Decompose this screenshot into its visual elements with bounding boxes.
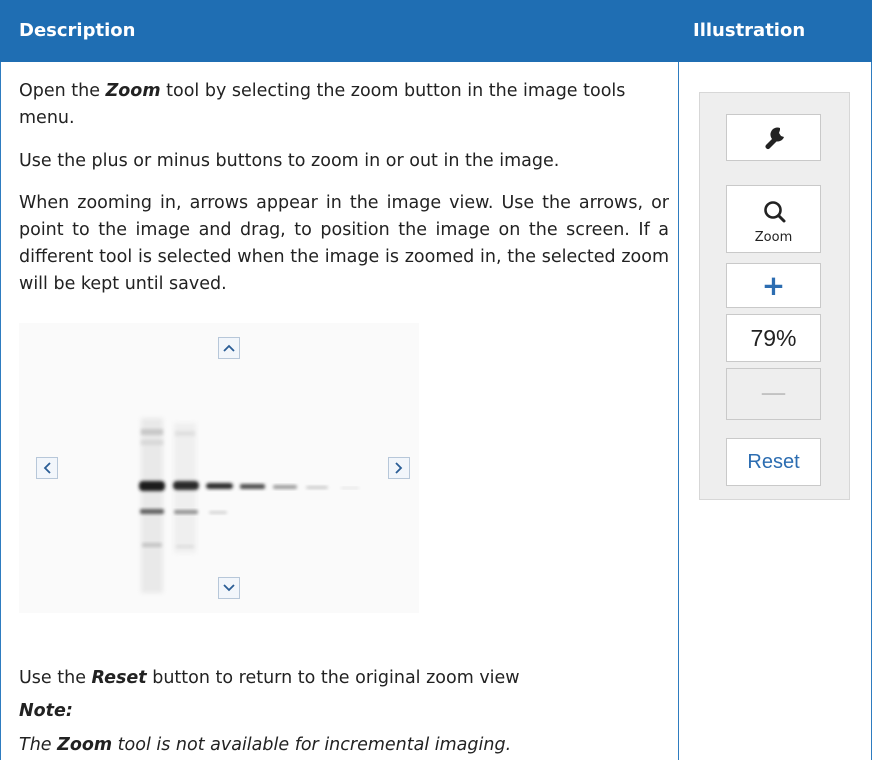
note-text-post: tool is not available for incremental im… <box>112 735 512 755</box>
pan-left-button[interactable] <box>36 457 58 479</box>
chevron-up-icon <box>223 344 235 352</box>
header-illustration: Illustration <box>693 20 806 41</box>
paragraph-reset: Use the Reset button to return to the or… <box>19 665 669 692</box>
p4-text-post: button to return to the original zoom vi… <box>146 668 520 688</box>
zoom-out-button[interactable]: — <box>726 368 821 420</box>
chevron-right-icon <box>395 462 403 474</box>
note-text: The Zoom tool is not available for incre… <box>19 735 511 755</box>
note-tool-name: Zoom <box>57 735 113 755</box>
image-tools-panel: Zoom + 79% — Reset <box>699 92 850 500</box>
chevron-down-icon <box>223 584 235 592</box>
gel-image-view[interactable] <box>19 323 419 613</box>
chevron-left-icon <box>43 462 51 474</box>
p1-text-pre: Open the <box>19 81 106 101</box>
note-text-pre: The <box>19 735 58 755</box>
pan-up-button[interactable] <box>218 337 240 359</box>
p4-button-name: Reset <box>91 668 147 688</box>
paragraph-plus-minus: Use the plus or minus buttons to zoom in… <box>19 151 560 171</box>
header-description: Description <box>19 20 136 41</box>
pan-right-button[interactable] <box>388 457 410 479</box>
zoom-tool-button[interactable]: Zoom <box>726 185 821 253</box>
search-icon <box>764 201 786 223</box>
image-tools-button[interactable] <box>726 114 821 161</box>
paragraph-arrows: When zooming in, arrows appear in the im… <box>19 193 669 294</box>
column-divider <box>678 62 679 760</box>
p4-text-pre: Use the <box>19 668 92 688</box>
table-border-left <box>0 62 1 760</box>
table-header: Description Illustration <box>0 0 872 62</box>
pan-down-button[interactable] <box>218 577 240 599</box>
paragraph-open-zoom: Open the Zoom tool by selecting the zoom… <box>19 78 669 132</box>
zoom-in-button[interactable]: + <box>726 263 821 308</box>
p1-tool-name: Zoom <box>105 81 161 101</box>
reset-zoom-button[interactable]: Reset <box>726 438 821 486</box>
zoom-level-display: 79% <box>726 314 821 362</box>
gel-blot-image <box>139 418 359 593</box>
zoom-button-label: Zoom <box>754 230 793 245</box>
wrench-icon <box>765 127 784 149</box>
note-label: Note: <box>19 701 73 721</box>
